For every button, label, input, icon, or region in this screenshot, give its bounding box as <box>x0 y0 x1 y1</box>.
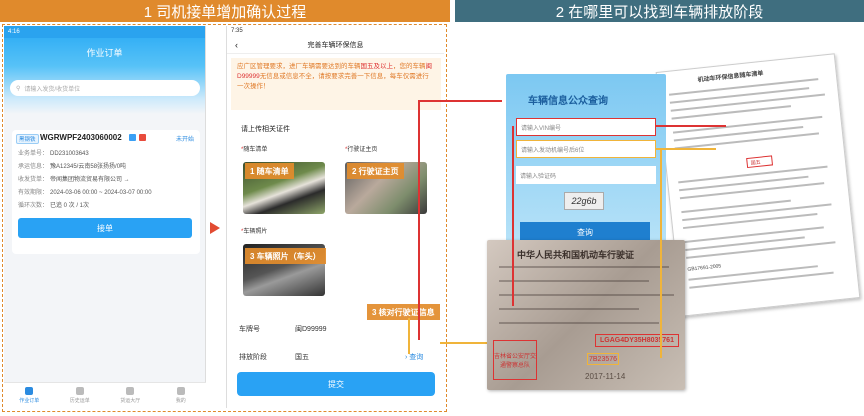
upload-section-title: 请上传相关证件 <box>241 126 290 133</box>
back-icon[interactable]: ‹ <box>235 40 238 50</box>
accept-order-button[interactable]: 接单 <box>18 218 192 238</box>
emission-stage-field: 排放阶段 国五 <box>239 354 309 361</box>
order-row-validity: 有效期限： 2024-03-06 00:00 ~ 2024-03-07 00:00 <box>18 190 152 196</box>
captcha-image[interactable]: 22g6b <box>564 192 604 210</box>
order-tag: 黑钢铁 <box>16 134 39 144</box>
tab-history[interactable]: 历史运单 <box>55 383 106 408</box>
red-badge-icon <box>139 134 146 141</box>
order-row-business-no: 业务单号： DD231003643 <box>18 151 89 157</box>
slot-label-checklist: *随车清单 <box>241 147 268 153</box>
order-row-consignee: 收发货单： 帝闻集团物流贸易有限公司 → <box>18 177 130 183</box>
emission-stage-value: 国五 <box>295 354 309 361</box>
freight-icon <box>126 387 135 395</box>
license-date: 2017-11-14 <box>585 372 626 381</box>
search-icon: ⚲ <box>16 85 21 92</box>
connector-line <box>418 100 502 102</box>
page-title: 作业订单 <box>4 38 205 66</box>
connector-line <box>408 318 410 354</box>
doc-title: 机动车环保信息随车清单 <box>697 70 764 84</box>
label-check-license: 3 核对行驶证信息 <box>367 304 440 320</box>
doc-stage-highlight: 国五 <box>746 155 774 169</box>
orders-icon <box>25 387 34 395</box>
notice-banner: 应广区管理要求，进厂车辆需要达到的车辆国五及以上，您的车辆闽D99999无信息或… <box>231 58 441 110</box>
tab-mine[interactable]: 我的 <box>156 383 207 408</box>
search-placeholder: 请输入发货/收货单位 <box>24 86 81 93</box>
blue-badge-icon <box>129 134 136 141</box>
label-vehicle-front: 3 车辆照片（车头） <box>245 248 326 264</box>
order-row-carrier: 承运信息： 豫A12345/云南58张扬扬/0吨 <box>18 164 127 170</box>
tab-freight-hall[interactable]: 货运大厅 <box>105 383 156 408</box>
order-card[interactable]: 黑钢铁 WGRWPF2403060002 未开始 业务单号： DD23100364… <box>12 130 200 254</box>
connector-line <box>656 125 726 127</box>
connector-line <box>660 148 662 358</box>
license-vin-highlight: LGAG4DY35H8035761 <box>595 334 679 347</box>
connector-line <box>512 126 514 306</box>
license-title: 中华人民共和国机动车行驶证 <box>517 250 635 260</box>
vehicle-query-page: 车辆信息公众查询 请输入VIN编号 请输入发动机编号后6位 请输入验证码 22g… <box>506 74 666 250</box>
header-band: ⚲ 请输入发货/收货单位 <box>4 66 205 114</box>
search-input[interactable]: ⚲ 请输入发货/收货单位 <box>10 80 200 96</box>
connector-line <box>656 148 716 150</box>
order-status: 未开始 <box>175 137 194 143</box>
status-bar: 7:35 <box>231 28 243 34</box>
bottom-tab-bar: 作业订单 历史运单 货运大厅 我的 <box>4 382 206 408</box>
order-number: WGRWPF2403060002 <box>40 133 122 142</box>
captcha-input[interactable]: 请输入验证码 <box>516 166 656 184</box>
tab-orders[interactable]: 作业订单 <box>4 383 55 408</box>
nav-title: 完善车辆环保信息 <box>307 41 364 49</box>
plate-value: 闽D99999 <box>295 326 327 333</box>
submit-button[interactable]: 提交 <box>237 372 435 396</box>
plate-field: 车牌号 闽D99999 <box>239 326 327 333</box>
query-button[interactable]: 查询 <box>520 222 650 242</box>
vin-input[interactable]: 请输入VIN编号 <box>516 118 656 136</box>
slot-label-vehicle: *车辆照片 <box>241 229 268 235</box>
license-seal: 吉林省公安厅交通警察总队 <box>493 340 537 380</box>
left-section-header: 1 司机接单增加确认过程 <box>0 0 450 22</box>
connector-line <box>418 100 420 340</box>
emission-checklist-document: 机动车环保信息随车清单 国五 GB17691-2005 <box>655 53 861 317</box>
phone-vehicle-info: 7:35 ‹ 完善车辆环保信息 应广区管理要求，进厂车辆需要达到的车辆国五及以上… <box>226 26 444 408</box>
right-section-header: 2 在哪里可以找到车辆排放阶段 <box>455 0 864 22</box>
status-bar: 4:16 <box>4 26 205 38</box>
license-engine-highlight: 7B23576 <box>587 353 619 365</box>
label-license-main: 2 行驶证主页 <box>347 163 404 179</box>
slot-label-license: *行驶证主页 <box>345 147 378 153</box>
history-icon <box>75 387 84 395</box>
phone-order-list: 4:16 作业订单 ⚲ 请输入发货/收货单位 黑钢铁 WGRWPF2403060… <box>4 26 206 408</box>
nav-bar: ‹ 完善车辆环保信息 <box>227 36 444 54</box>
driving-license-photo: 中华人民共和国机动车行驶证 LGAG4DY35H8035761 7B23576 … <box>487 240 685 390</box>
engine-no-input[interactable]: 请输入发动机编号后6位 <box>516 140 656 158</box>
user-icon <box>176 387 185 395</box>
query-page-title: 车辆信息公众查询 <box>528 96 608 107</box>
order-row-cycles: 循环次数： 已追 0 次 / 1次 <box>18 203 90 209</box>
label-checklist: 1 随车清单 <box>245 163 294 179</box>
flow-arrow-icon <box>210 222 220 234</box>
